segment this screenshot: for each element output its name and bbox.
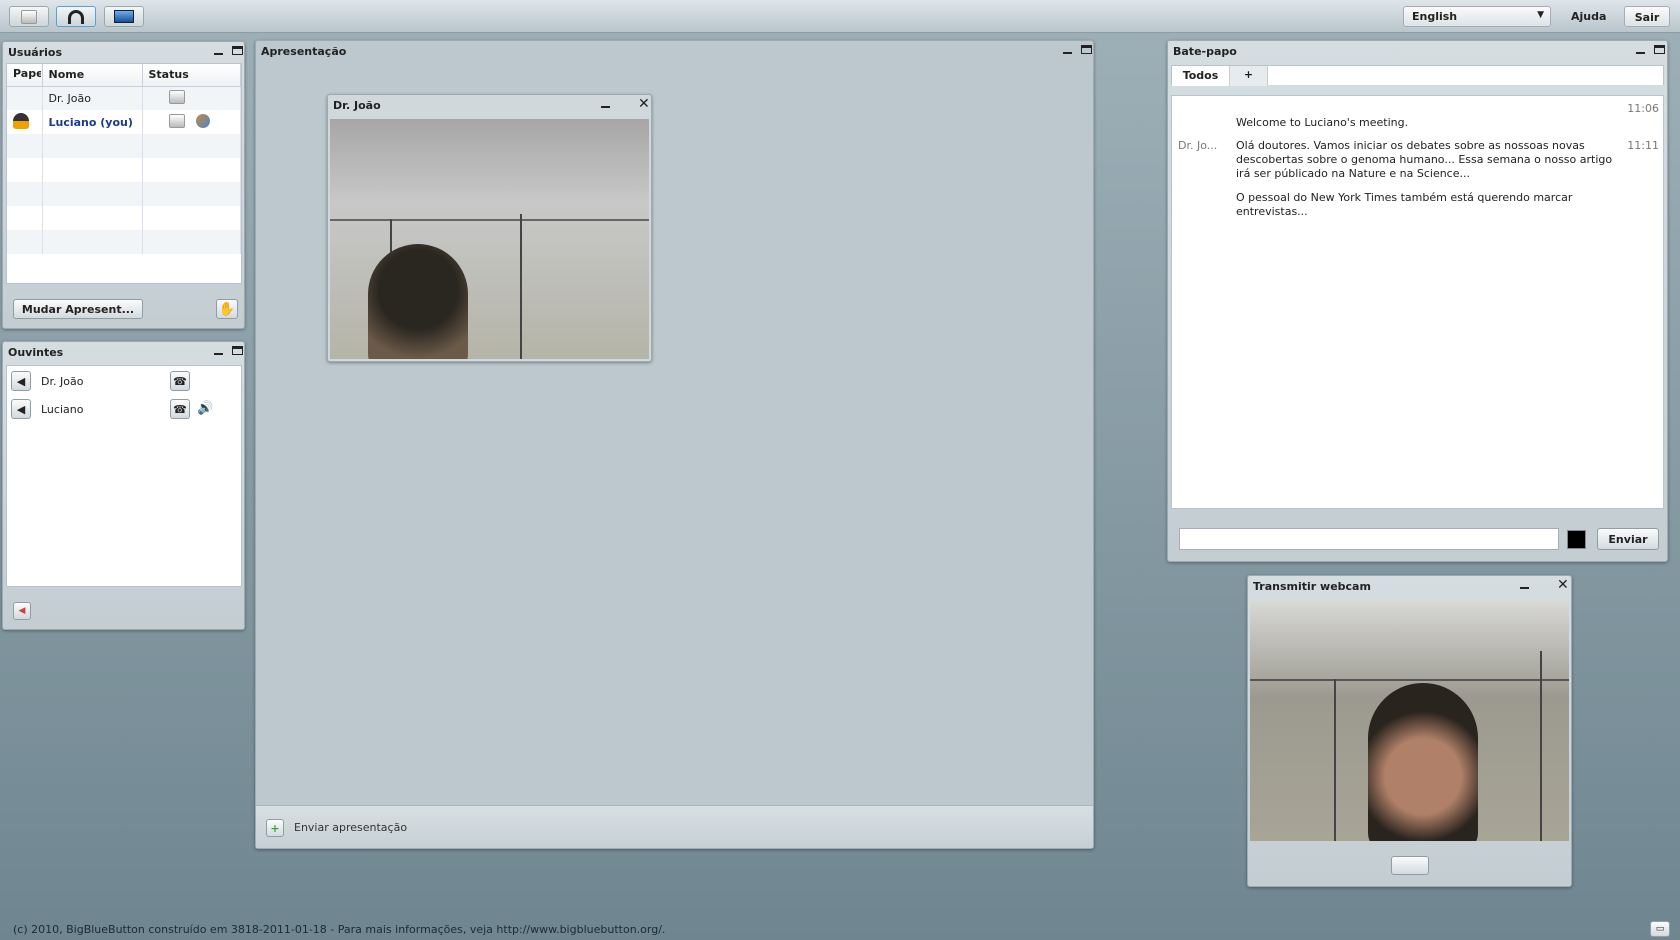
- chat-input[interactable]: [1179, 528, 1559, 550]
- phone-icon: ☎: [173, 374, 187, 388]
- local-video: [1250, 601, 1569, 841]
- minimize-button[interactable]: [601, 99, 610, 108]
- message-time: 11:06: [1627, 102, 1659, 115]
- panel-title: Ouvintes: [8, 346, 64, 359]
- presentation-footer: + Enviar apresentação: [256, 805, 1093, 848]
- users-panel: Usuários PapelNomeStatus Dr. João Lucian…: [2, 41, 245, 329]
- headset-icon: [68, 9, 84, 24]
- listeners-panel: Ouvintes ◀ Dr. João ☎ ◀ Luciano ☎ 🔊 ◀: [2, 341, 245, 630]
- listener-name: Dr. João: [41, 375, 84, 388]
- footer-copyright: (c) 2010, BigBlueButton construído em 38…: [13, 923, 666, 936]
- tab-todos[interactable]: Todos: [1172, 66, 1230, 86]
- maximize-button[interactable]: [1654, 45, 1665, 54]
- upload-label[interactable]: Enviar apresentação: [294, 821, 407, 834]
- list-item[interactable]: ◀ Dr. João ☎: [11, 371, 237, 393]
- listener-name: Luciano: [41, 403, 84, 416]
- panel-title: Bate-papo: [1173, 45, 1237, 58]
- list-item[interactable]: ◀ Luciano ☎ 🔊: [11, 399, 237, 421]
- chat-panel: Bate-papo Todos + 11:06 Welcome to Lucia…: [1167, 40, 1668, 562]
- text-color-picker[interactable]: [1567, 530, 1586, 549]
- chat-messages: 11:06 Welcome to Luciano's meeting. Dr. …: [1171, 95, 1664, 509]
- logout-button[interactable]: Sair: [1624, 6, 1670, 27]
- column-header-status[interactable]: Status: [142, 64, 241, 87]
- column-header-name[interactable]: Nome: [42, 64, 143, 87]
- audio-button[interactable]: [56, 6, 96, 27]
- upload-button[interactable]: +: [266, 819, 284, 837]
- panel-title: Usuários: [8, 46, 63, 59]
- language-select[interactable]: English ▼: [1403, 6, 1551, 27]
- message-text: Welcome to Luciano's meeting.: [1236, 116, 1409, 129]
- minimize-button[interactable]: [214, 46, 223, 55]
- add-tab-button[interactable]: +: [1230, 66, 1268, 86]
- window-icon: ▭: [1655, 924, 1665, 934]
- switch-presenter-button[interactable]: Mudar Apresent...: [13, 299, 143, 319]
- remote-video: [330, 119, 649, 359]
- user-name: Luciano (you): [42, 110, 143, 134]
- top-toolbar: English ▼ Ajuda Sair: [0, 0, 1680, 33]
- maximize-button[interactable]: [232, 346, 243, 355]
- mute-button[interactable]: ◀: [11, 371, 31, 391]
- webcam-icon[interactable]: [168, 113, 185, 128]
- maximize-button[interactable]: [1081, 45, 1092, 54]
- webcam-button[interactable]: [9, 6, 49, 27]
- video-window[interactable]: Dr. João ✕: [327, 94, 652, 362]
- listeners-list: ◀ Dr. João ☎ ◀ Luciano ☎ 🔊: [6, 365, 242, 587]
- message-text: O pessoal do New York Times também está …: [1236, 191, 1573, 218]
- message-text: Olá doutores. Vamos iniciar os debates s…: [1236, 139, 1613, 180]
- panel-title: Apresentação: [261, 45, 347, 58]
- help-link[interactable]: Ajuda: [1563, 6, 1614, 27]
- minimize-button[interactable]: [214, 346, 223, 355]
- table-row[interactable]: Dr. João: [7, 86, 241, 110]
- phone-icon: ☎: [173, 402, 187, 416]
- webcam-icon: [21, 9, 37, 24]
- mute-icon: ◀: [18, 606, 26, 616]
- webcam-window[interactable]: Transmitir webcam ✕: [1247, 575, 1572, 887]
- minimize-button[interactable]: [1636, 45, 1645, 54]
- window-title: Dr. João: [333, 99, 381, 112]
- window-title: Transmitir webcam: [1253, 580, 1371, 593]
- presenter-status-icon: [196, 113, 210, 128]
- language-value: English: [1412, 10, 1458, 23]
- raise-hand-icon: ✋: [218, 301, 236, 317]
- minimize-button[interactable]: [1063, 45, 1072, 54]
- raise-hand-button[interactable]: ✋: [216, 299, 238, 319]
- close-button[interactable]: ✕: [638, 96, 650, 112]
- stop-webcam-button[interactable]: [1391, 856, 1429, 875]
- user-name: Dr. João: [42, 86, 143, 110]
- speaker-icon: ◀: [16, 402, 26, 416]
- desktop-share-icon: [114, 10, 134, 23]
- fullscreen-button[interactable]: ▭: [1650, 921, 1670, 937]
- message-sender: Dr. Jo...: [1178, 139, 1218, 152]
- users-table: PapelNomeStatus Dr. João Luciano (you): [6, 63, 242, 284]
- chat-tab-bar: Todos +: [1171, 65, 1664, 86]
- webcam-icon[interactable]: [168, 89, 185, 104]
- talking-speaker-icon: 🔊: [197, 401, 214, 416]
- column-header-role[interactable]: Papel: [7, 64, 43, 87]
- upload-icon: +: [270, 821, 280, 835]
- kick-button[interactable]: ☎: [170, 399, 190, 419]
- mute-button[interactable]: ◀: [11, 399, 31, 419]
- minimize-button[interactable]: [1520, 580, 1529, 589]
- speaker-icon: ◀: [16, 374, 26, 388]
- desktop-share-button[interactable]: [104, 6, 144, 27]
- chevron-down-icon: ▼: [1537, 10, 1544, 20]
- maximize-button[interactable]: [232, 46, 243, 55]
- mute-all-button[interactable]: ◀: [13, 602, 31, 620]
- table-row[interactable]: Luciano (you): [7, 110, 241, 134]
- close-button[interactable]: ✕: [1557, 577, 1569, 593]
- presenter-icon: [13, 112, 29, 129]
- message-time: 11:11: [1627, 139, 1659, 152]
- send-button[interactable]: Enviar: [1597, 528, 1659, 550]
- kick-button[interactable]: ☎: [170, 371, 190, 391]
